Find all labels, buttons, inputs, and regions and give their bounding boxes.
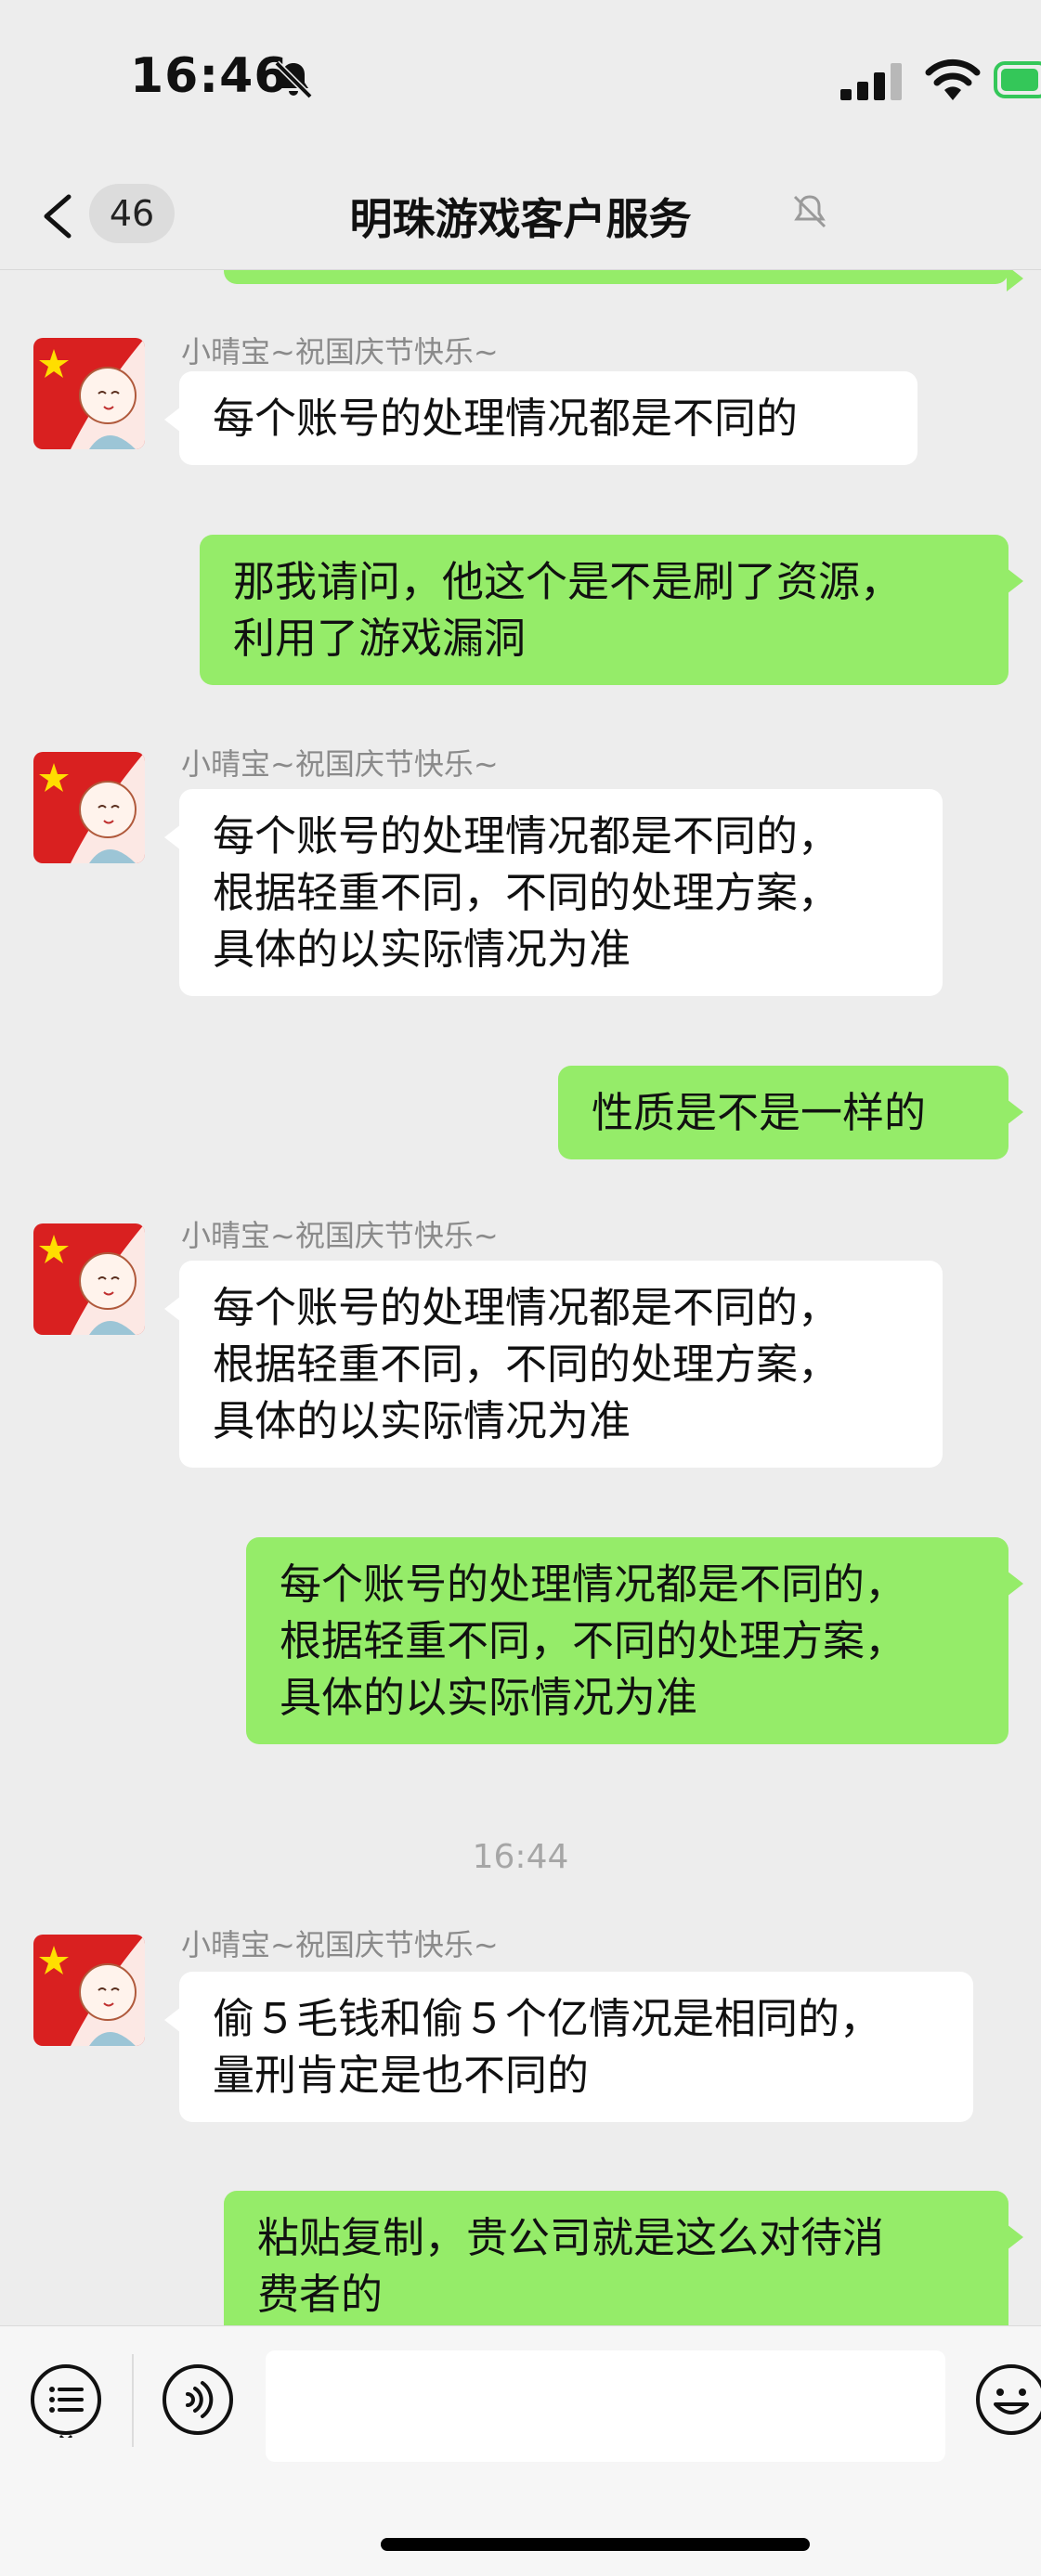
message-bubble-outgoing[interactable]: 每个账号的处理情况都是不同的， 根据轻重不同，不同的处理方案， 具体的以实际情况… (246, 1537, 1023, 1744)
wifi-icon (925, 58, 981, 100)
avatar-image (33, 752, 145, 863)
message-list[interactable]: 小晴宝~祝国庆节快乐~ 每个账号的处理情况都是不同的 那我请问，他这个是不是刷了… (0, 269, 1041, 2325)
home-indicator[interactable] (381, 2538, 810, 2551)
bell-off-icon (274, 60, 313, 99)
emoji-icon[interactable] (973, 2362, 1041, 2438)
message-bubble-incoming[interactable]: 每个账号的处理情况都是不同的 (164, 371, 917, 465)
message-bubble-incoming[interactable]: 每个账号的处理情况都是不同的， 根据轻重不同，不同的处理方案， 具体的以实际情况… (164, 1261, 943, 1468)
avatar[interactable] (33, 752, 145, 863)
avatar-image (33, 338, 145, 449)
message-bubble-incoming[interactable]: 每个账号的处理情况都是不同的， 根据轻重不同，不同的处理方案， 具体的以实际情况… (164, 789, 943, 996)
chat-header: 46 明珠游戏客户服务 (0, 158, 1041, 270)
avatar-image (33, 1935, 145, 2046)
message-bubble-incoming[interactable]: 偷５毛钱和偷５个亿情况是相同的， 量刑肯定是也不同的 (164, 1972, 973, 2122)
message-bubble-outgoing[interactable]: 那我请问，他这个是不是刷了资源， 利用了游戏漏洞 (200, 535, 1023, 685)
sender-name: 小晴宝~祝国庆节快乐~ (181, 1218, 499, 1253)
input-divider (132, 2354, 134, 2447)
message-bubble-outgoing[interactable]: 性质是不是一样的 (558, 1066, 1023, 1159)
avatar[interactable] (33, 338, 145, 449)
mute-notification-icon (793, 195, 826, 228)
message-bubble-partial[interactable] (224, 269, 1023, 291)
avatar[interactable] (33, 1935, 145, 2046)
chat-input-bar (0, 2325, 1041, 2576)
avatar-image (33, 1223, 145, 1335)
sender-name: 小晴宝~祝国庆节快乐~ (181, 1927, 499, 1962)
avatar[interactable] (33, 1223, 145, 1335)
voice-input-icon[interactable] (160, 2362, 236, 2438)
message-bubble-outgoing[interactable]: 粘贴复制，贵公司就是这么对待消 费者的 (224, 2191, 1023, 2325)
message-input[interactable] (266, 2350, 945, 2462)
message-timestamp: 16:44 (472, 1838, 569, 1876)
status-time: 16:46 (130, 48, 289, 104)
chat-title: 明珠游戏客户服务 (349, 194, 692, 244)
cellular-signal-icon (840, 63, 902, 100)
menu-list-icon[interactable] (28, 2362, 104, 2438)
battery-icon (994, 61, 1041, 98)
status-bar: 16:46 (0, 0, 1041, 158)
sender-name: 小晴宝~祝国庆节快乐~ (181, 334, 499, 369)
sender-name: 小晴宝~祝国庆节快乐~ (181, 746, 499, 782)
